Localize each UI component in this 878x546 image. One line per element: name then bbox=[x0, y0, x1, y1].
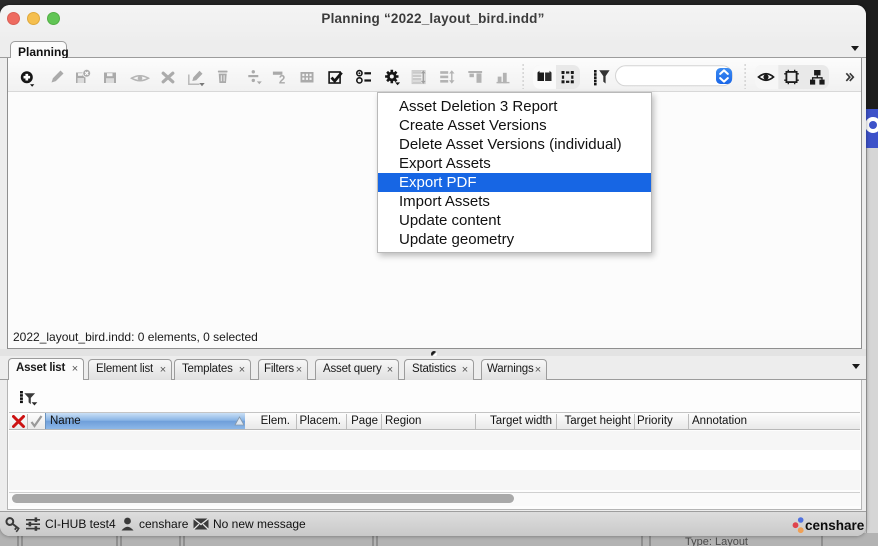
svg-text:2: 2 bbox=[279, 75, 285, 87]
